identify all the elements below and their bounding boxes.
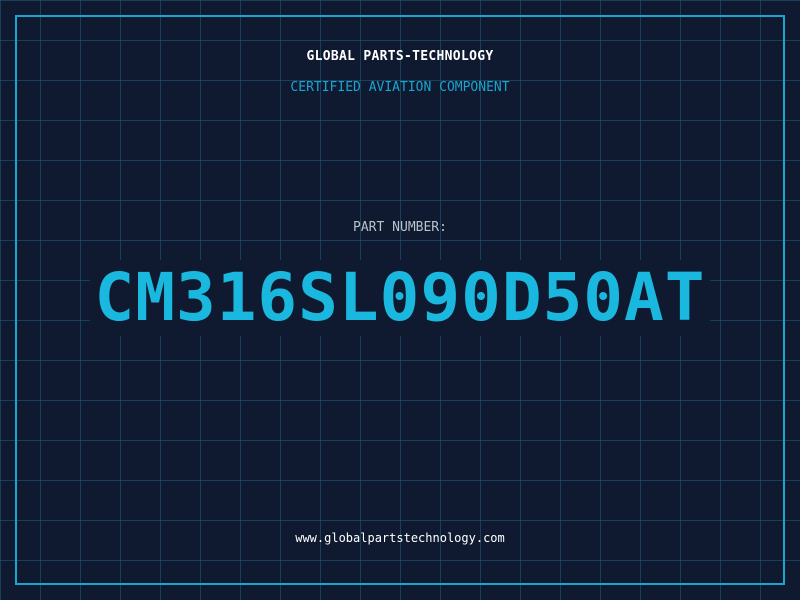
part-number-container: CM316SL090D50AT xyxy=(0,260,800,336)
website-url: www.globalpartstechnology.com xyxy=(295,531,505,545)
company-name: GLOBAL PARTS-TECHNOLOGY xyxy=(306,49,494,64)
part-number-value: CM316SL090D50AT xyxy=(90,260,710,336)
certificate-card: GLOBAL PARTS-TECHNOLOGY CERTIFIED AVIATI… xyxy=(0,0,800,600)
part-number-label: PART NUMBER: xyxy=(353,220,447,235)
certification-subtitle: CERTIFIED AVIATION COMPONENT xyxy=(290,80,510,95)
